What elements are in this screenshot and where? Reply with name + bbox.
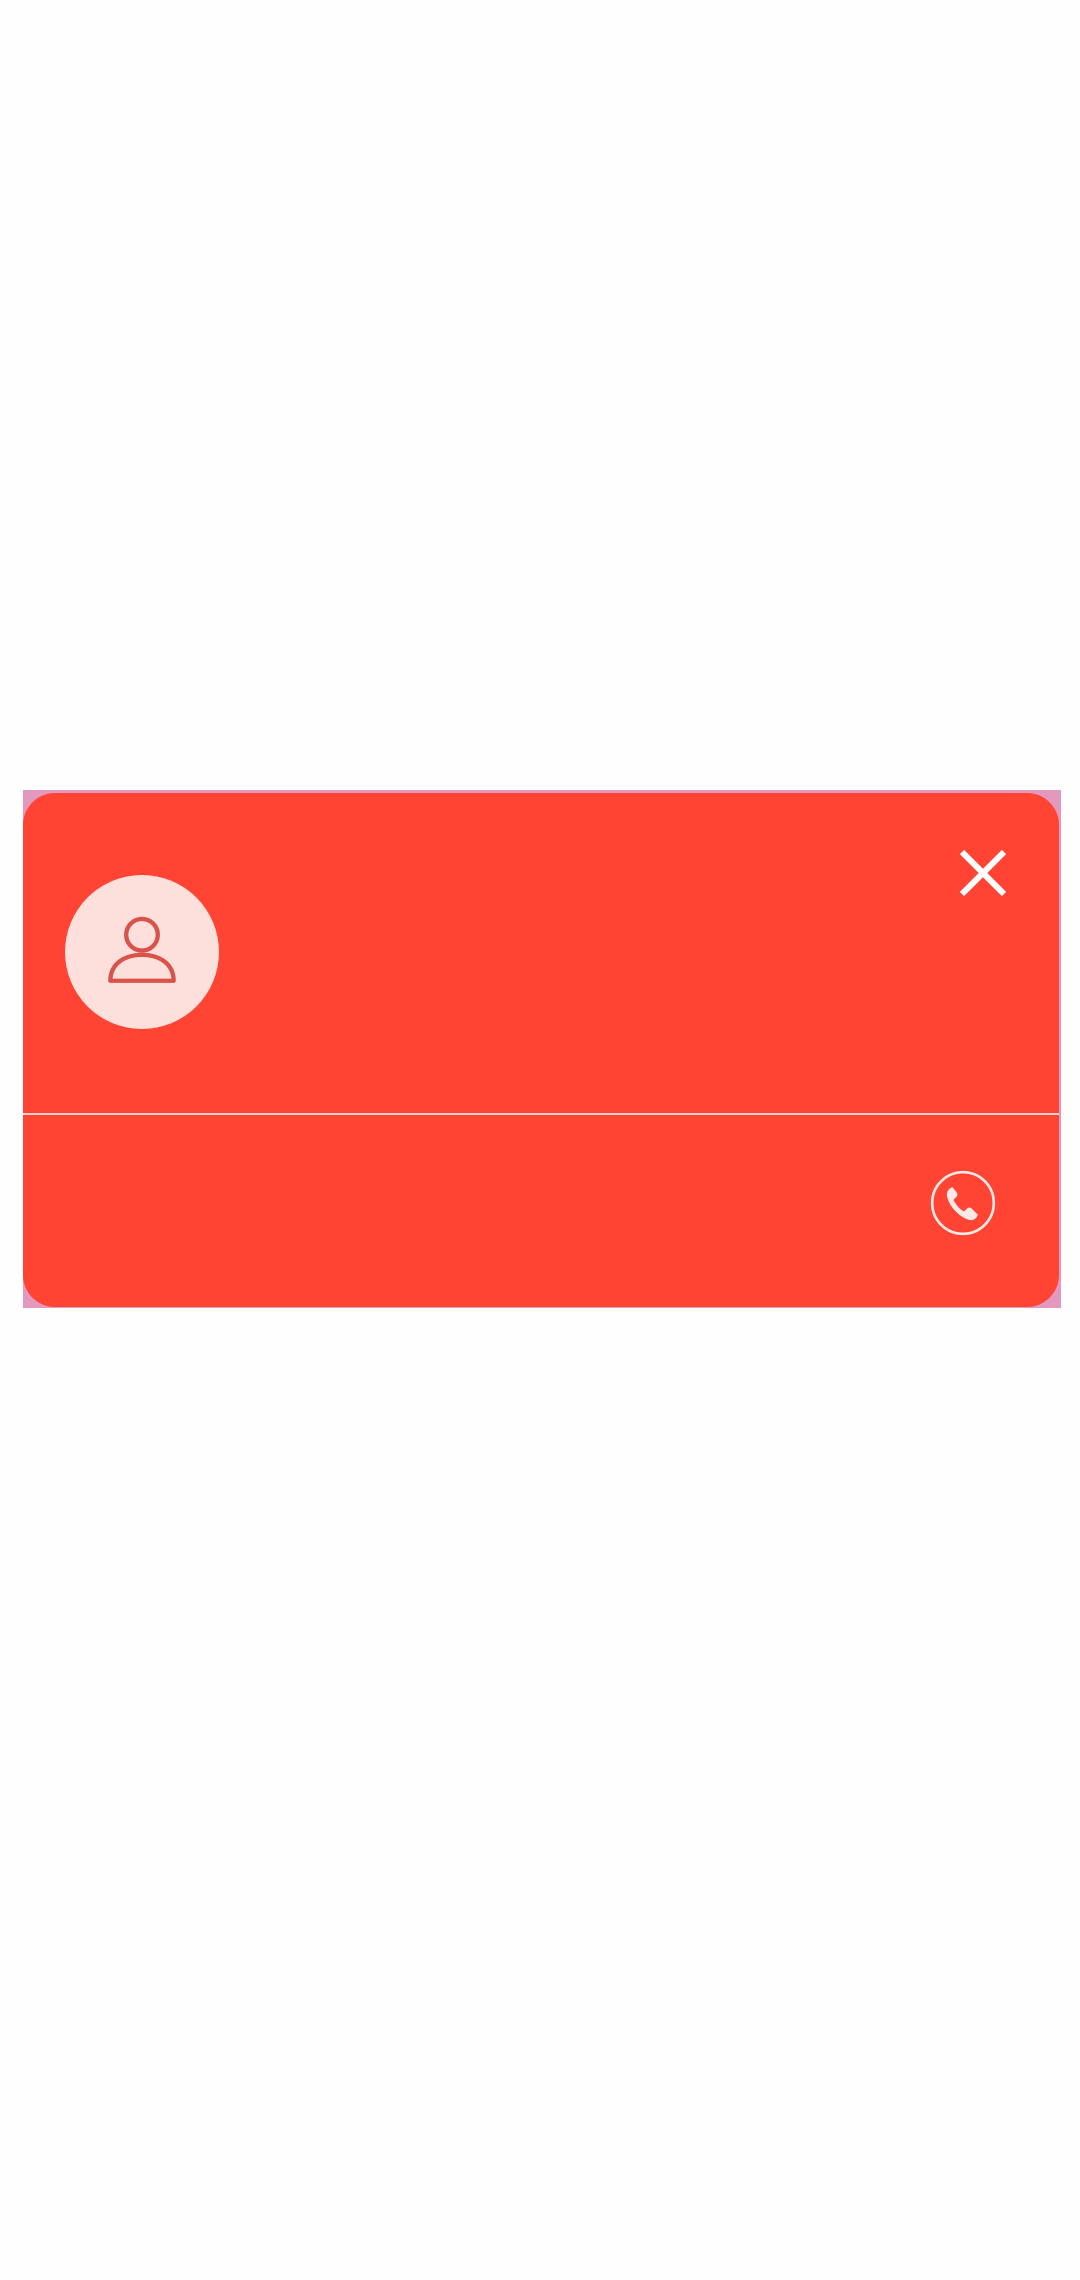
contact-header [23,793,1059,1113]
call-button[interactable] [927,1167,999,1239]
phone-icon [930,1170,996,1236]
contact-actions [23,1115,1059,1307]
close-button[interactable] [943,833,1023,913]
person-icon [108,916,176,983]
screen [0,0,1080,2280]
avatar [65,875,219,1029]
close-icon [959,849,1007,897]
contact-card [23,793,1059,1307]
